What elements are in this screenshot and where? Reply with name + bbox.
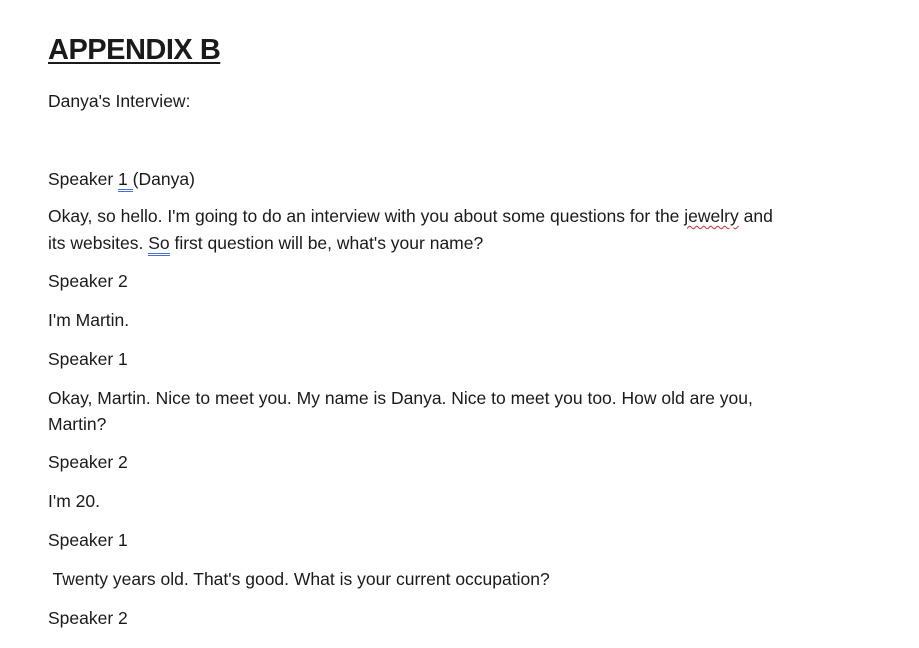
speaker-2-label: Speaker 2 — [48, 452, 128, 472]
spelling-flag-jewelry: jewelry — [684, 206, 739, 226]
text-segment: and — [738, 206, 773, 226]
question-name-line-2: its websites. So first question will be,… — [48, 230, 483, 256]
speaker-2-label: Speaker 2 — [48, 608, 128, 628]
speaker-label-text: Speaker — [48, 169, 119, 189]
speaker-1-danya-label: Speaker 1 (Danya) — [48, 166, 195, 192]
text-segment: Okay, so hello. I'm going to do an inter… — [48, 206, 685, 226]
question-name-line-1: Okay, so hello. I'm going to do an inter… — [48, 203, 773, 229]
question-occupation: Twenty years old. That's good. What is y… — [48, 569, 550, 589]
speaker-2-label: Speaker 2 — [48, 271, 128, 291]
speaker-1-label: Speaker 1 — [48, 349, 128, 369]
grammar-flag-so: So — [148, 233, 170, 256]
text-segment: first question will be, what's your name… — [169, 233, 484, 253]
answer-age: I'm 20. — [48, 491, 100, 511]
speaker-1-label: Speaker 1 — [48, 530, 128, 550]
appendix-heading: APPENDIX B — [48, 34, 221, 66]
question-age-line-1: Okay, Martin. Nice to meet you. My name … — [48, 388, 753, 408]
text-segment: its websites. — [48, 233, 149, 253]
answer-name: I'm Martin. — [48, 310, 130, 330]
speaker-name: (Danya) — [132, 169, 195, 189]
question-age-line-2: Martin? — [48, 414, 107, 434]
speaker-number: 1 — [118, 169, 133, 192]
interview-subtitle: Danya's Interview: — [48, 91, 191, 111]
